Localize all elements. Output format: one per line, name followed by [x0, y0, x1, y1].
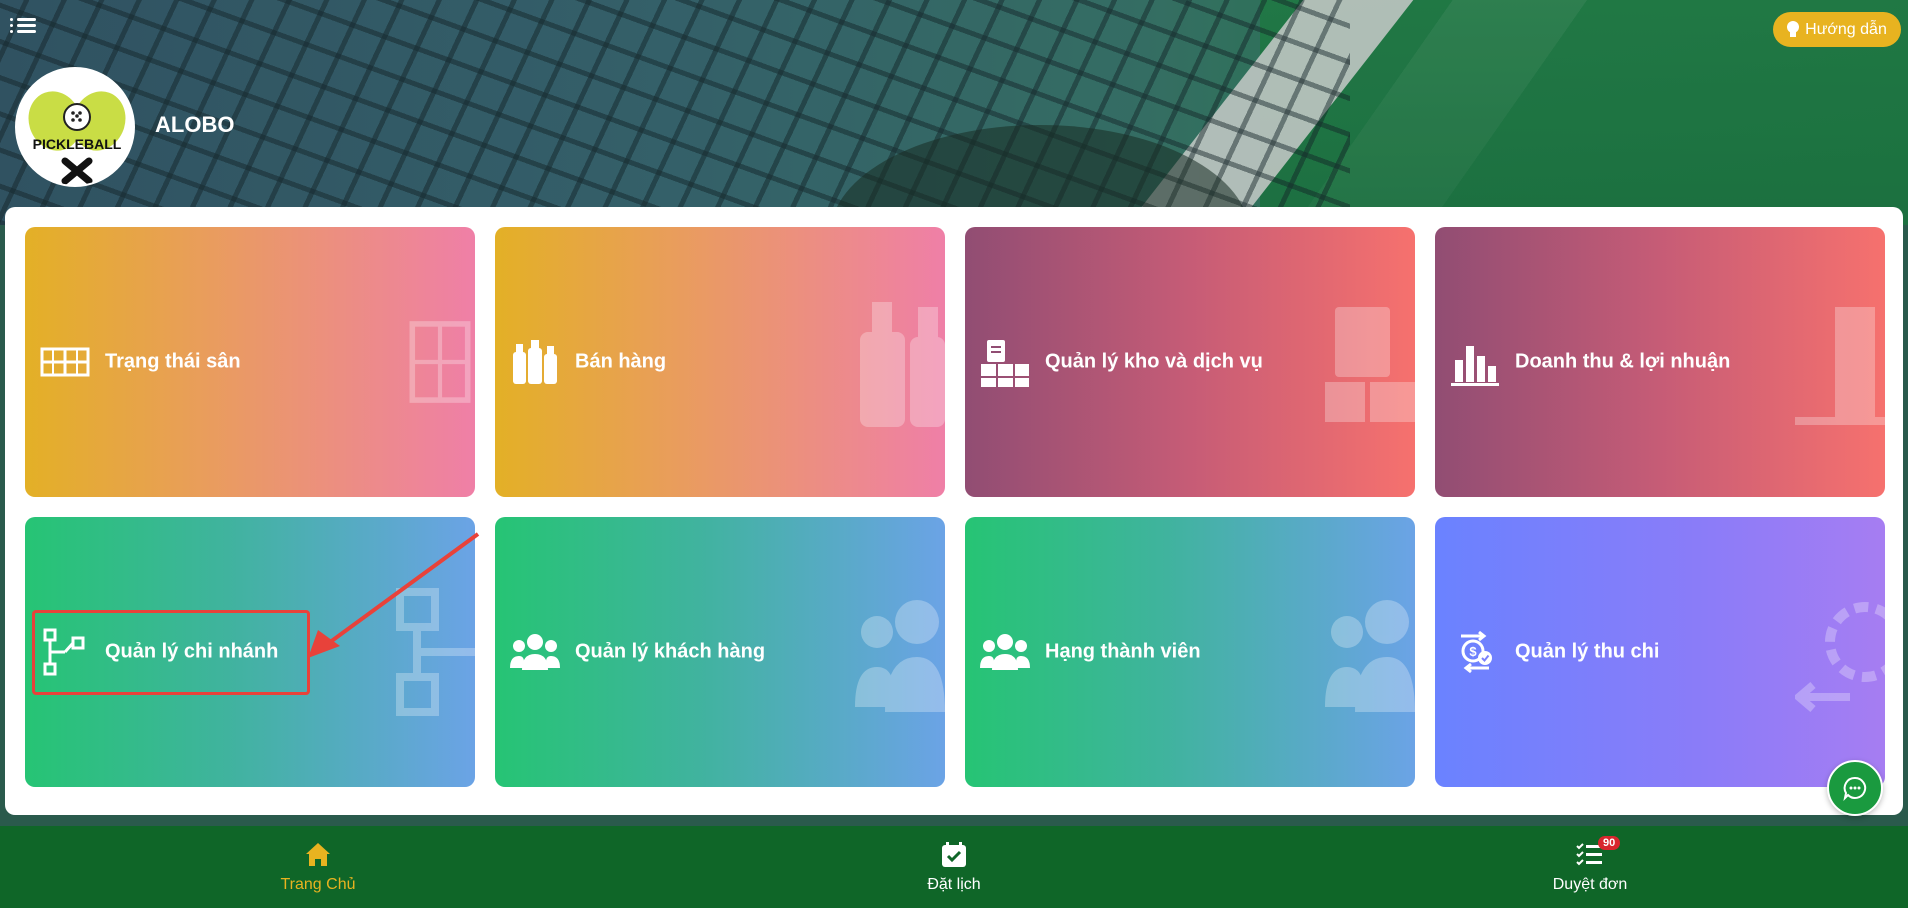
bottom-nav: Trang Chủ Đặt lịch 90 Duyệt đơn	[0, 826, 1908, 908]
card-customer-management[interactable]: Quản lý khách hàng	[495, 517, 945, 787]
card-label: Hạng thành viên	[1045, 640, 1201, 663]
nav-item-order-approval[interactable]: 90 Duyệt đơn	[1272, 826, 1908, 908]
card-membership-tier[interactable]: Hạng thành viên	[965, 517, 1415, 787]
card-label: Doanh thu & lợi nhuận	[1515, 350, 1731, 373]
card-revenue[interactable]: Doanh thu & lợi nhuận	[1435, 227, 1885, 497]
lightbulb-icon	[1787, 20, 1800, 39]
svg-text:PICKLEBALL: PICKLEBALL	[33, 136, 122, 152]
card-label: Trạng thái sân	[105, 350, 241, 373]
users-watermark-icon	[1325, 600, 1415, 712]
chat-button[interactable]	[1827, 760, 1883, 816]
money-cycle-icon: $	[1461, 630, 1492, 674]
clipboard-boxes-icon	[981, 340, 1029, 387]
bottles-watermark-icon	[860, 302, 945, 427]
bar-chart-watermark-icon	[1795, 307, 1885, 425]
users-watermark-icon	[855, 600, 945, 712]
header-background	[0, 0, 1908, 225]
gear-money-watermark-icon	[1795, 602, 1885, 713]
card-label: Quản lý chi nhánh	[105, 640, 279, 663]
guide-button[interactable]: Hướng dẫn	[1773, 12, 1901, 47]
card-court-status[interactable]: Trạng thái sân	[25, 227, 475, 497]
card-label: Quản lý khách hàng	[575, 640, 766, 663]
nav-label: Trang Chủ	[280, 876, 356, 893]
guide-button-label: Hướng dẫn	[1805, 20, 1887, 38]
card-label: Bán hàng	[575, 350, 667, 373]
nav-item-booking[interactable]: Đặt lịch	[636, 826, 1272, 908]
users-icon	[510, 634, 560, 670]
card-label: Quản lý kho và dịch vụ	[1045, 350, 1263, 373]
card-label: Quản lý thu chi	[1515, 640, 1660, 663]
hamburger-menu-icon[interactable]	[10, 14, 36, 36]
bar-chart-icon	[1451, 346, 1499, 386]
calendar-check-icon	[942, 842, 966, 867]
branch-watermark-icon	[396, 588, 475, 716]
notification-badge: 90	[1598, 836, 1621, 850]
chat-bubble-icon	[1843, 776, 1867, 801]
card-income-expense[interactable]: $ Quản lý thu chi	[1435, 517, 1885, 787]
home-icon	[306, 843, 330, 866]
court-grid-icon	[40, 347, 90, 377]
nav-label: Duyệt đơn	[1552, 876, 1628, 893]
branch-tree-icon	[43, 628, 85, 676]
card-sales[interactable]: Bán hàng	[495, 227, 945, 497]
clipboard-watermark-icon	[1325, 307, 1415, 422]
pickleball-logo: PICKLEBALL	[15, 67, 135, 187]
brand-name: ALOBO	[155, 112, 235, 137]
court-grid-watermark-icon	[409, 321, 471, 403]
users-icon	[980, 634, 1030, 670]
nav-label: Đặt lịch	[927, 876, 981, 893]
nav-item-home[interactable]: Trang Chủ	[0, 826, 636, 908]
card-branch-management[interactable]: Quản lý chi nhánh	[25, 517, 475, 787]
bottles-icon	[513, 340, 557, 384]
card-inventory[interactable]: Quản lý kho và dịch vụ	[965, 227, 1415, 497]
svg-text:$: $	[1469, 644, 1477, 659]
